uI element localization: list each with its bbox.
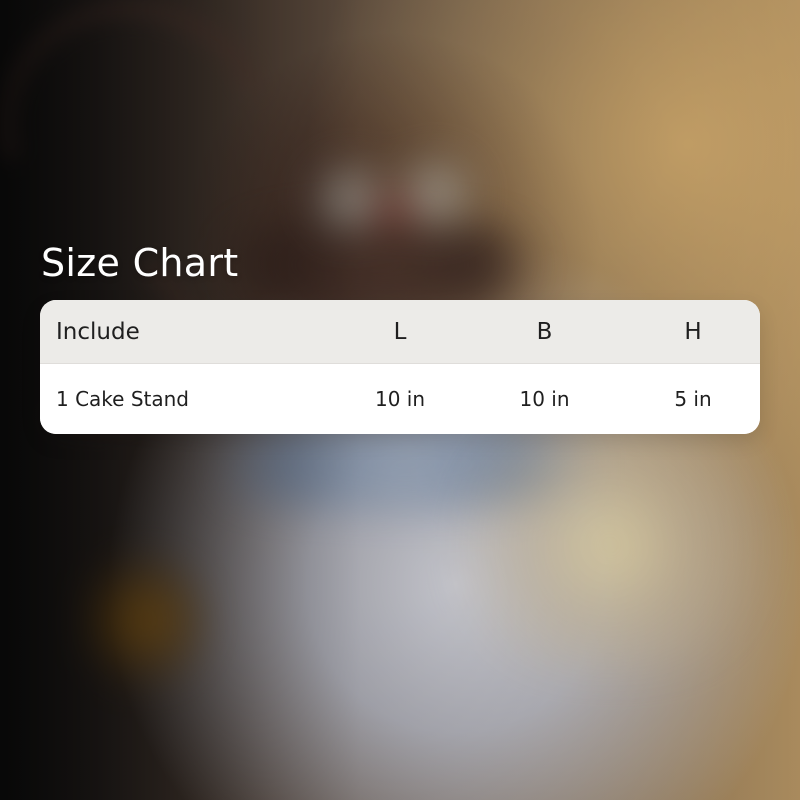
cell-l: 10 in bbox=[374, 387, 426, 411]
cell-h: 5 in bbox=[674, 387, 712, 411]
column-header-h: H bbox=[684, 318, 702, 345]
size-chart-table: Include L B H 1 Cake Stand 10 in 10 in 5… bbox=[40, 300, 760, 434]
column-header-include: Include bbox=[56, 318, 140, 345]
size-chart-content: Size Chart Include L B H 1 Cake Stand 10… bbox=[0, 0, 800, 800]
column-header-l: L bbox=[393, 318, 407, 345]
page-title: Size Chart bbox=[41, 241, 239, 285]
table-row: 1 Cake Stand 10 in 10 in 5 in bbox=[40, 364, 760, 434]
column-header-b: B bbox=[536, 318, 553, 345]
table-header-row: Include L B H bbox=[40, 300, 760, 364]
cell-include: 1 Cake Stand bbox=[56, 387, 189, 411]
cell-b: 10 in bbox=[519, 387, 570, 411]
